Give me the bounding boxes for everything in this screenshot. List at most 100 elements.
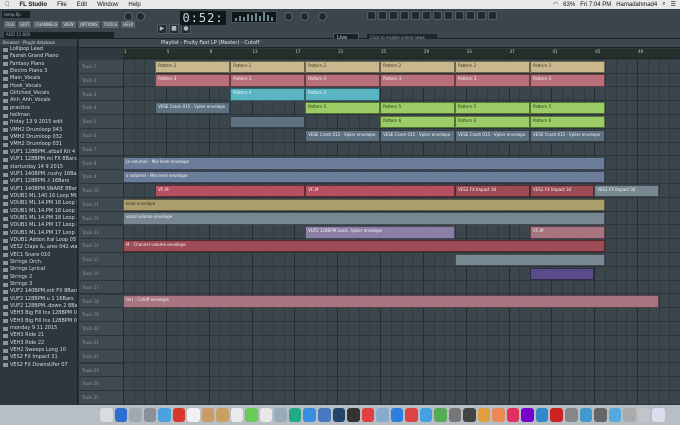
- mixer-icon[interactable]: [400, 11, 409, 20]
- browser-item[interactable]: Hook_Vocals: [0, 83, 77, 90]
- browser-item[interactable]: Strings Orch.: [0, 259, 77, 266]
- browser-item[interactable]: Fazrah Grand Piano: [0, 53, 77, 60]
- system-clock[interactable]: Fri 7:04 PM: [580, 2, 611, 8]
- dock-app-icon[interactable]: [317, 408, 331, 422]
- track-header[interactable]: Track 22: [79, 349, 123, 364]
- playlist-clip[interactable]: Pattern 5: [380, 101, 456, 115]
- dock-app-icon[interactable]: [535, 408, 549, 422]
- browser-item[interactable]: VEH3 Big Fill Ins 128BPM 04: [0, 310, 77, 317]
- playlist-clip[interactable]: [455, 253, 605, 267]
- browser-item[interactable]: VUF1 140BPM..rushy 16Bars: [0, 171, 77, 178]
- track-header[interactable]: Track 6: [79, 129, 123, 143]
- pattern-knob[interactable]: [300, 12, 309, 21]
- browser-item[interactable]: VDUB1 ML 140.16 Loop Mix: [0, 193, 77, 200]
- wifi-icon[interactable]: ◠: [553, 1, 558, 8]
- master-volume-knob[interactable]: [124, 12, 133, 21]
- track-header[interactable]: Track 5: [79, 115, 123, 129]
- dock-app-icon[interactable]: [376, 408, 389, 422]
- track-header[interactable]: Track 20: [79, 322, 123, 336]
- playlist-clip[interactable]: Pattern 2: [155, 60, 231, 74]
- browser-item[interactable]: VDUB1 ML 14.PM 17 Loop 2: [0, 222, 77, 229]
- dock-app-icon[interactable]: [143, 408, 157, 422]
- playlist-clip[interactable]: Pattern 5: [530, 101, 605, 115]
- dock-app-icon[interactable]: [216, 408, 229, 422]
- browser-item[interactable]: Ahh_Ahh_Vocals: [0, 97, 77, 104]
- dock-app-icon[interactable]: [303, 408, 316, 422]
- browser-item[interactable]: VEH3 Big Fill Ins 128BPM 03: [0, 318, 77, 325]
- playlist-clip[interactable]: VESE Crash 015 · Vpiler envelope: [530, 129, 605, 143]
- dock-app-icon[interactable]: [259, 408, 273, 422]
- browser-item[interactable]: friday 13 9 2015 edit: [0, 119, 77, 126]
- browser-item[interactable]: Strings 3: [0, 281, 77, 288]
- dock-app-icon[interactable]: [521, 408, 534, 422]
- playlist-clip[interactable]: o volume) - Mix level envelope: [123, 170, 606, 184]
- browser-item[interactable]: VMH2 Drumloop 031: [0, 141, 77, 148]
- track-header[interactable]: Track 10: [79, 184, 123, 198]
- browser-item[interactable]: VUF1 128BPM..t 16Bars: [0, 178, 77, 185]
- browser-item[interactable]: VUF1 140BPM.SNARE 8Bars: [0, 186, 77, 193]
- dock-app-icon[interactable]: [274, 408, 287, 422]
- online-icon[interactable]: [488, 11, 497, 20]
- playlist-clip[interactable]: Pattern 4: [230, 88, 306, 101]
- browser-item[interactable]: VDUB1 ML 14.PM 18 Loop 3: [0, 215, 77, 222]
- piano-roll-icon[interactable]: [378, 11, 387, 20]
- playlist-clip[interactable]: Pattern 3: [155, 74, 231, 87]
- track-header[interactable]: Track 19: [79, 308, 123, 322]
- playlist-clip[interactable]: VES2 FX Impact 34: [455, 184, 531, 198]
- playlist-clip[interactable]: vocal volume envelope: [123, 212, 606, 225]
- track-header[interactable]: Track 9: [79, 170, 123, 184]
- browser-item[interactable]: Lollipop Lead: [0, 46, 77, 53]
- render-icon[interactable]: [444, 11, 453, 20]
- track-header[interactable]: Track 17: [79, 280, 123, 295]
- playlist-clip[interactable]: VES2 FX Impact 34: [594, 184, 659, 198]
- playlist-clip[interactable]: Pattern 3: [305, 74, 381, 87]
- playlist-clip[interactable]: Pattern 3: [230, 74, 306, 87]
- dock-app-icon[interactable]: [347, 408, 360, 422]
- dock-app-icon[interactable]: [506, 408, 520, 422]
- track-header[interactable]: Track 8: [79, 156, 123, 171]
- dock-app-icon[interactable]: [390, 408, 404, 422]
- browser-icon[interactable]: [411, 11, 420, 20]
- track-header[interactable]: Track 25: [79, 391, 123, 405]
- play-button[interactable]: ▶: [157, 24, 167, 34]
- browser-item[interactable]: monday 9 11 2015: [0, 325, 77, 332]
- track-header[interactable]: Track 7: [79, 142, 123, 157]
- playlist-clip[interactable]: Pattern 3: [455, 74, 531, 87]
- browser-item[interactable]: VDUB1 ML 14.PM 17 Loop 1: [0, 230, 77, 237]
- swing-knob[interactable]: [318, 12, 327, 21]
- dock-app-icon[interactable]: [332, 408, 346, 422]
- dock-app-icon[interactable]: [361, 408, 375, 422]
- playlist-clip[interactable]: Pattern 2: [230, 60, 306, 74]
- timeline-ruler[interactable]: 1 5 9 13 17 21 25 29 33 37 41 45 49: [123, 49, 680, 59]
- browser-item[interactable]: VEH3 Ride 22: [0, 340, 77, 347]
- fl-menu-help[interactable]: HELP: [121, 21, 136, 28]
- browser-item[interactable]: VDUB1 ML 14.PM 18 Loop 2: [0, 208, 77, 215]
- browser-item[interactable]: VES2 Claps &..ares 042.wav: [0, 244, 77, 251]
- wave-icon[interactable]: [433, 11, 442, 20]
- dock-app-icon[interactable]: [114, 408, 128, 422]
- channel-rack-icon[interactable]: [389, 11, 398, 20]
- browser-item[interactable]: practice: [0, 105, 77, 112]
- track-header[interactable]: Track 3: [79, 87, 123, 102]
- track-header[interactable]: Track 14: [79, 239, 123, 253]
- track-header[interactable]: Track 16: [79, 267, 123, 281]
- track-header[interactable]: Track 4: [79, 101, 123, 115]
- dock-app-icon[interactable]: [594, 408, 607, 422]
- playlist-clip[interactable]: VESE Crash 015 · Vpiler envelope: [155, 101, 231, 115]
- browser-item[interactable]: Glitched_Vocals: [0, 90, 77, 97]
- browser-item[interactable]: VEH3 Ride 21: [0, 332, 77, 339]
- playlist-clip[interactable]: ter) - Cutoff envelope: [123, 295, 659, 308]
- battery-percent[interactable]: 63%: [563, 2, 575, 8]
- dock-app-icon[interactable]: [477, 408, 491, 422]
- dock-app-icon[interactable]: [492, 408, 505, 422]
- playlist-grid[interactable]: Pattern 2 Pattern 2 Pattern 2 Pattern 2 Patt…: [123, 60, 680, 405]
- track-header[interactable]: Track 23: [79, 363, 123, 378]
- dock-app-icon[interactable]: [129, 408, 142, 422]
- news-icon[interactable]: [477, 11, 486, 20]
- playlist-clip[interactable]: VES2 FX Impact 34: [530, 184, 595, 198]
- browser-item[interactable]: VUF1 128BPM..atball Kit 4: [0, 149, 77, 156]
- dock-app-icon[interactable]: [550, 408, 563, 422]
- dock-app-icon[interactable]: [448, 408, 462, 422]
- playlist-clip[interactable]: Pattern 6: [455, 115, 531, 129]
- playlist-clip[interactable]: VESE Crash 015 · Vpiler envelope: [305, 129, 381, 143]
